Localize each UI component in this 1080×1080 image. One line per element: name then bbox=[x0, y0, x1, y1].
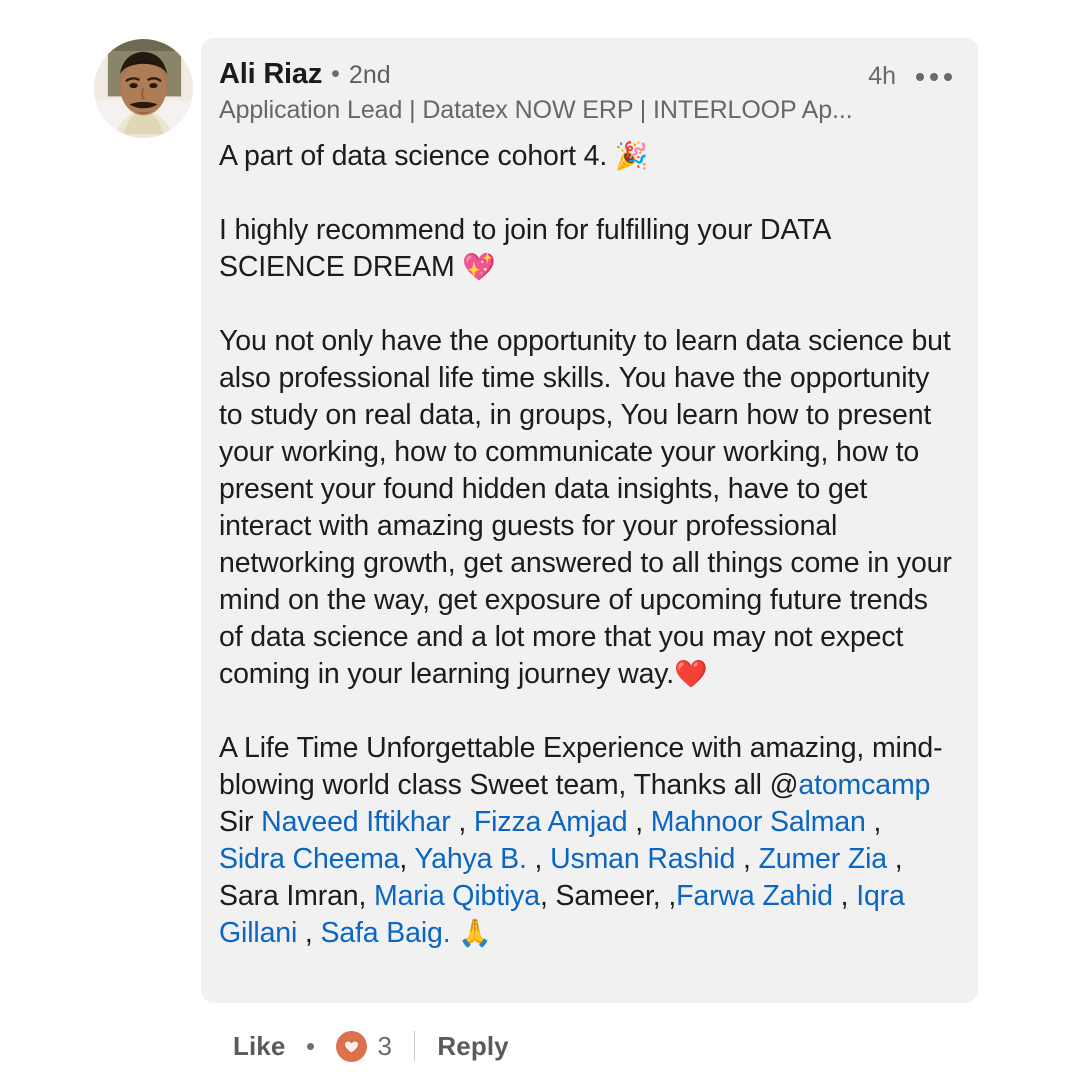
mention-plain-text: , bbox=[832, 880, 857, 912]
mention-plain-text: , bbox=[526, 843, 551, 875]
heart-reaction-icon bbox=[336, 1030, 368, 1062]
comment-screenshot: Ali Riaz • 2nd Application Lead | Datate… bbox=[0, 0, 1080, 1080]
dot-3 bbox=[944, 72, 952, 81]
reaction-summary[interactable]: 3 bbox=[336, 1030, 392, 1062]
heart-icon bbox=[344, 1039, 360, 1054]
like-button[interactable]: Like bbox=[233, 1031, 285, 1062]
mention-plain-text: , bbox=[399, 843, 415, 875]
mention-plain-text: , bbox=[735, 843, 759, 875]
mention-link[interactable]: Zumer Zia bbox=[758, 843, 887, 875]
author-name[interactable]: Ali Riaz bbox=[219, 60, 322, 89]
mention-plain-text: , bbox=[450, 806, 474, 838]
mention-link[interactable]: Safa Baig. bbox=[320, 917, 450, 949]
paragraph-gap-3 bbox=[219, 693, 954, 730]
author-headline: Application Lead | Datatex NOW ERP | INT… bbox=[219, 96, 853, 124]
author-row: Ali Riaz • 2nd bbox=[219, 60, 954, 89]
dot-1 bbox=[916, 72, 924, 81]
header-meta: 4h bbox=[868, 62, 954, 91]
mention-plain-text: Sir bbox=[219, 806, 262, 838]
mention-link[interactable]: Maria Qibtiya bbox=[374, 880, 540, 912]
paragraph-2: I highly recommend to join for fulfillin… bbox=[219, 212, 954, 286]
mention-link[interactable]: Usman Rashid bbox=[550, 843, 735, 875]
timestamp: 4h bbox=[868, 62, 896, 90]
action-separator-dot bbox=[307, 1042, 315, 1050]
paragraph-2-line-1: I highly recommend to join for fulfillin… bbox=[219, 214, 832, 246]
mention-link[interactable]: Naveed Iftikhar bbox=[261, 806, 451, 838]
paragraph-1: A part of data science cohort 4. 🎉 bbox=[219, 138, 954, 175]
mention-link[interactable]: Fizza Amjad bbox=[474, 806, 628, 838]
paragraph-gap-2 bbox=[219, 286, 954, 323]
mention-link[interactable]: atomcamp bbox=[798, 769, 930, 801]
party-popper-emoji: 🎉 bbox=[614, 141, 649, 172]
comment-card: Ali Riaz • 2nd Application Lead | Datate… bbox=[201, 38, 978, 1003]
more-options-icon[interactable] bbox=[914, 67, 954, 87]
dot-2 bbox=[930, 72, 938, 81]
red-heart-emoji: ❤️ bbox=[674, 659, 708, 690]
mention-link[interactable]: Farwa Zahid bbox=[676, 880, 833, 912]
paragraph-1-text: A part of data science cohort 4. bbox=[219, 140, 615, 172]
mention-plain-text: , Sameer, , bbox=[539, 880, 677, 912]
reply-button[interactable]: Reply bbox=[437, 1031, 508, 1062]
action-divider bbox=[413, 1031, 416, 1061]
mention-link[interactable]: Yahya B. bbox=[414, 843, 526, 875]
sparkling-heart-emoji: 💖 bbox=[462, 252, 496, 283]
connection-degree: 2nd bbox=[348, 61, 391, 89]
paragraph-4: A Life Time Unforgettable Experience wit… bbox=[219, 730, 954, 952]
paragraph-gap-1 bbox=[219, 175, 954, 212]
mention-link[interactable]: Mahnoor Salman bbox=[651, 806, 866, 838]
profile-photo-icon bbox=[94, 39, 193, 138]
mention-plain-text: , bbox=[297, 917, 321, 949]
folded-hands-emoji: 🙏 bbox=[458, 918, 492, 949]
paragraph-2-line-2: SCIENCE DREAM bbox=[219, 251, 463, 283]
comment-header: Ali Riaz • 2nd Application Lead | Datate… bbox=[219, 60, 954, 126]
separator-dot: • bbox=[331, 60, 340, 88]
comment-text: A part of data science cohort 4. 🎉 I hig… bbox=[219, 138, 954, 952]
mention-plain-text: , bbox=[627, 806, 651, 838]
avatar[interactable] bbox=[94, 39, 193, 138]
mention-link[interactable]: Sidra Cheema bbox=[219, 843, 400, 875]
reaction-count: 3 bbox=[377, 1030, 392, 1061]
paragraph-3: You not only have the opportunity to lea… bbox=[219, 323, 954, 693]
comment-actions: Like 3 Reply bbox=[233, 1026, 509, 1066]
mention-plain-text: , bbox=[865, 806, 882, 838]
paragraph-3-text: You not only have the opportunity to lea… bbox=[219, 325, 952, 690]
